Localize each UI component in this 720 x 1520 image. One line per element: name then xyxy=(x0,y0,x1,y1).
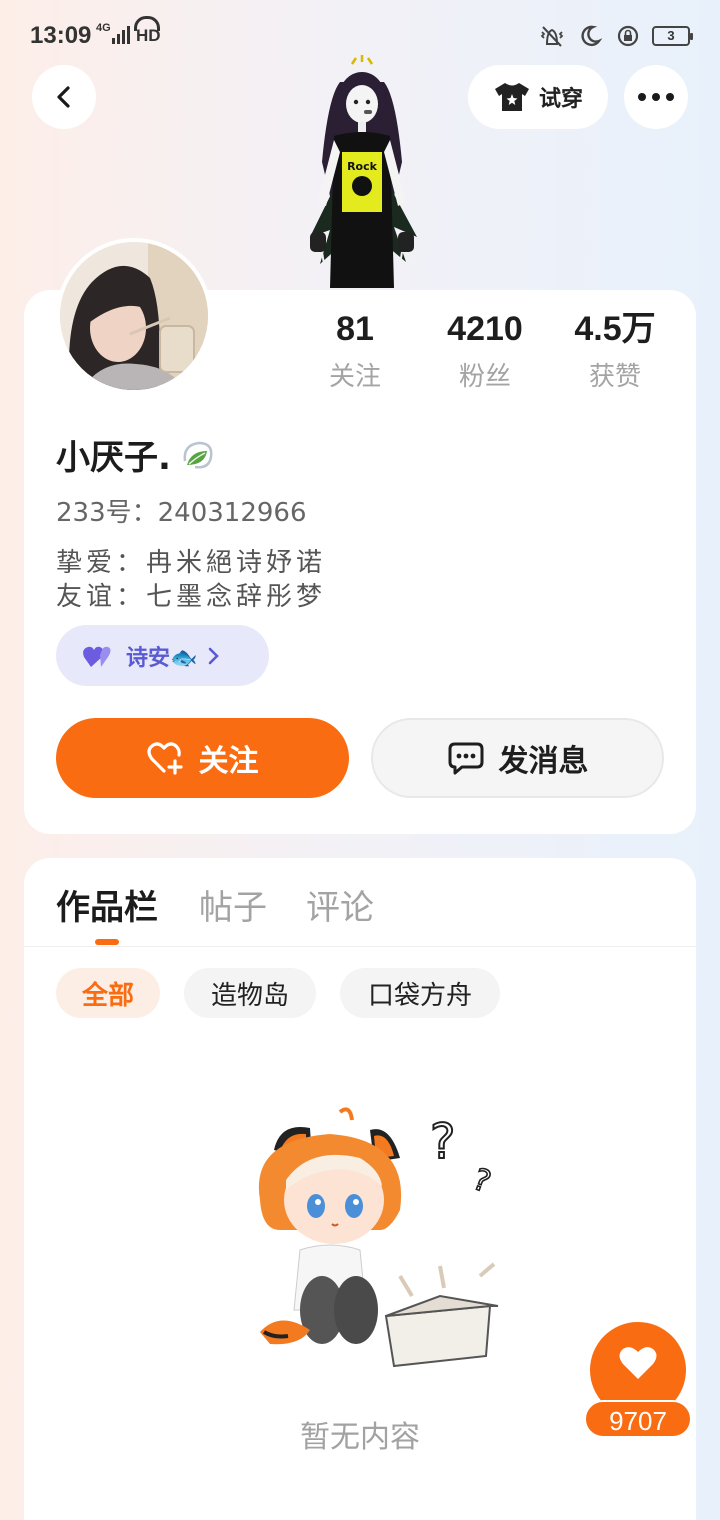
username: 小厌子. xyxy=(56,438,171,478)
tab-works[interactable]: 作品栏 xyxy=(56,880,158,929)
message-button[interactable]: 发消息 xyxy=(371,718,664,798)
stat-value: 4210 xyxy=(447,310,523,348)
more-dots-icon xyxy=(638,93,674,101)
user-id: 233号：240312966 xyxy=(56,498,307,528)
relation-friendship: 友谊：七墨念辞彤梦 xyxy=(56,582,327,612)
like-count: 9707 xyxy=(584,1400,692,1438)
heart-plus-icon xyxy=(146,742,183,775)
svg-text:Rock: Rock xyxy=(347,160,378,173)
follow-button[interactable]: 关注 xyxy=(56,718,349,798)
stat-following[interactable]: 81 关注 xyxy=(290,306,420,396)
tshirt-icon xyxy=(494,83,529,111)
status-time: 13:09 xyxy=(30,22,92,49)
message-label: 发消息 xyxy=(498,744,589,779)
stat-value: 4.5万 xyxy=(574,310,656,348)
tab-indicator xyxy=(95,939,119,945)
rotation-lock-icon xyxy=(617,25,639,47)
tab-divider xyxy=(24,946,696,947)
battery-icon: 3 xyxy=(652,26,693,46)
filter-pocket-ark[interactable]: 口袋方舟 xyxy=(340,968,500,1018)
filter-creation-island[interactable]: 造物岛 xyxy=(184,968,316,1018)
avatar[interactable] xyxy=(56,238,212,394)
chevron-left-icon xyxy=(57,86,70,108)
chat-bubble-icon xyxy=(448,742,483,775)
more-button[interactable] xyxy=(624,65,688,129)
cp-chip[interactable]: 诗安🐟 xyxy=(56,625,269,686)
empty-state-illustration: ? ? xyxy=(258,1107,499,1368)
cp-name: 诗安🐟 xyxy=(126,645,198,671)
stat-label: 粉丝 xyxy=(458,362,511,392)
stat-value: 81 xyxy=(336,310,374,348)
stat-label: 获赞 xyxy=(588,362,641,392)
heart-icon xyxy=(619,1347,657,1379)
avatar-character[interactable]: Rock xyxy=(282,52,442,292)
network-type: 4G xyxy=(96,22,111,34)
tab-comments[interactable]: 评论 xyxy=(306,880,374,929)
chevron-right-icon xyxy=(209,647,220,664)
tab-posts[interactable]: 帖子 xyxy=(199,880,267,929)
svg-text:?: ? xyxy=(430,1114,455,1170)
stat-label: 关注 xyxy=(328,362,381,392)
hd-icon: HD xyxy=(134,16,161,45)
stat-followers[interactable]: 4210 粉丝 xyxy=(420,306,550,396)
double-heart-icon xyxy=(83,646,111,667)
avatar-photo xyxy=(60,242,208,390)
leaf-badge-icon[interactable] xyxy=(177,435,217,475)
relation-lover: 挚爱：冉米絕诗妤诺 xyxy=(56,548,327,578)
try-on-label: 试穿 xyxy=(538,87,583,112)
try-on-button[interactable]: 试穿 xyxy=(468,65,608,129)
profile-stats: 81 关注 4210 粉丝 4.5万 获赞 xyxy=(290,306,680,396)
vibrate-icon xyxy=(540,26,564,47)
stat-likes[interactable]: 4.5万 获赞 xyxy=(550,306,680,396)
back-button[interactable] xyxy=(32,65,96,129)
svg-text:?: ? xyxy=(468,1162,495,1200)
moon-icon xyxy=(581,25,603,47)
follow-label: 关注 xyxy=(198,744,259,779)
filter-all[interactable]: 全部 xyxy=(56,968,160,1018)
signal-icon xyxy=(112,26,130,44)
username-row: 小厌子. xyxy=(56,430,217,479)
